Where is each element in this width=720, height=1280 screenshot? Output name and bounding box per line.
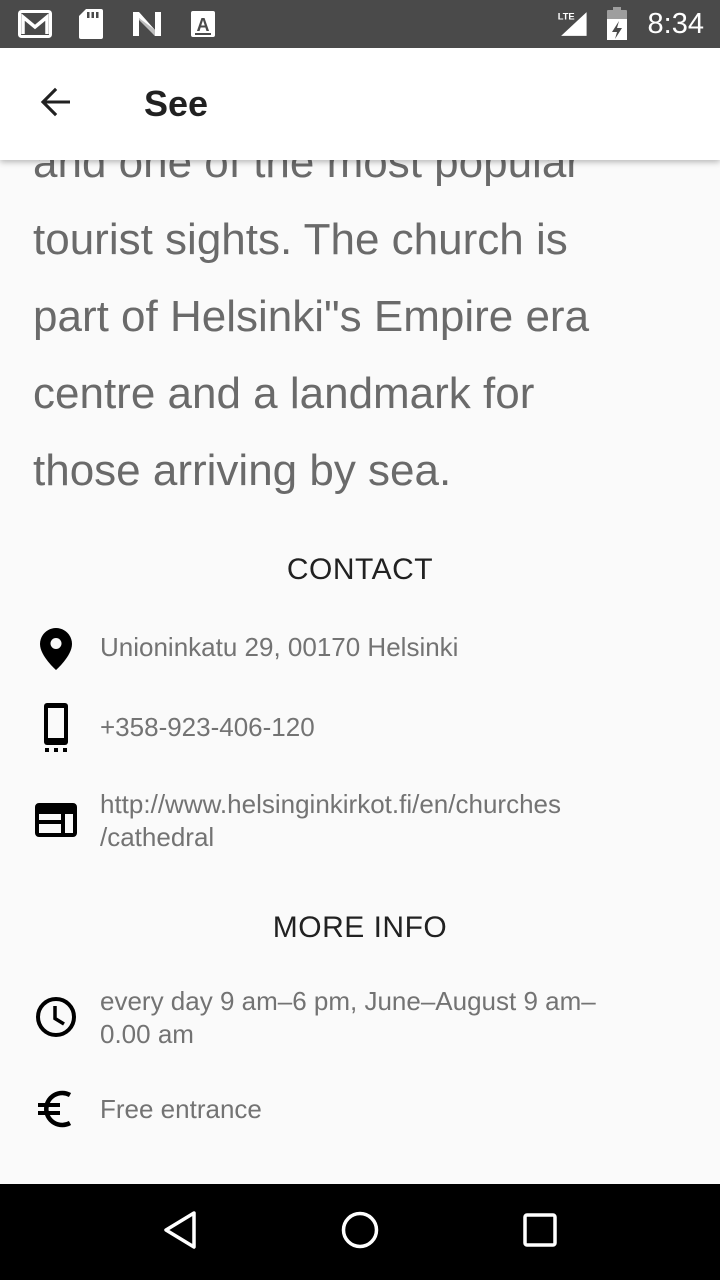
price-text: Free entrance bbox=[100, 1094, 262, 1124]
arrow-back-icon bbox=[38, 84, 74, 125]
contact-phone-row[interactable]: +358-923-406-120 bbox=[0, 702, 720, 754]
description-line: tourist sights. The church is bbox=[33, 215, 568, 264]
gmail-icon bbox=[18, 8, 52, 40]
description-line: those arriving by sea. bbox=[33, 446, 452, 495]
recents-square-icon bbox=[522, 1212, 558, 1253]
home-circle-icon bbox=[340, 1210, 380, 1255]
website-link[interactable]: http://www.helsinginkirkot.fi/en/churche… bbox=[100, 788, 660, 854]
hours-text: every day 9 am–6 pm, June–August 9 am– 0… bbox=[100, 985, 660, 1051]
system-nav-bar bbox=[0, 1184, 720, 1280]
battery-icon bbox=[600, 7, 634, 40]
description-text: and one of the most popular tourist sigh… bbox=[33, 160, 693, 509]
sd-card-icon bbox=[74, 8, 108, 40]
website-line: http://www.helsinginkirkot.fi/en/churche… bbox=[100, 789, 561, 819]
n-logo-icon bbox=[130, 8, 164, 40]
status-left-icons: A bbox=[18, 8, 220, 40]
price-row: Free entrance bbox=[0, 1086, 720, 1132]
lte-signal-icon: LTE bbox=[556, 8, 590, 40]
location-pin-icon bbox=[34, 627, 78, 671]
phone-text: +358-923-406-120 bbox=[100, 712, 315, 742]
app-bar: See bbox=[0, 48, 720, 160]
status-clock: 8:34 bbox=[647, 7, 704, 40]
address-text: Unioninkatu 29, 00170 Helsinki bbox=[100, 632, 459, 662]
website-line: /cathedral bbox=[100, 822, 215, 852]
status-right-icons: LTE 8:34 bbox=[556, 7, 704, 41]
nav-home-button[interactable] bbox=[320, 1192, 400, 1272]
description-line: and one of the most popular bbox=[33, 160, 581, 187]
more-info-heading: MORE INFO bbox=[272, 911, 448, 944]
hours-line: every day 9 am–6 pm, June–August 9 am– bbox=[100, 986, 596, 1016]
back-button[interactable] bbox=[16, 64, 96, 144]
nav-recents-button[interactable] bbox=[500, 1192, 580, 1272]
euro-icon bbox=[34, 1087, 78, 1131]
nav-back-button[interactable] bbox=[140, 1192, 220, 1272]
contact-website-row[interactable]: http://www.helsinginkirkot.fi/en/churche… bbox=[0, 786, 720, 856]
hours-line: 0.00 am bbox=[100, 1019, 194, 1049]
description-line: part of Helsinki"s Empire era bbox=[33, 292, 590, 341]
page-title: See bbox=[144, 83, 209, 124]
clock-icon bbox=[34, 995, 78, 1039]
contact-address-row[interactable]: Unioninkatu 29, 00170 Helsinki bbox=[0, 624, 720, 674]
back-triangle-icon bbox=[162, 1210, 198, 1255]
description-line: centre and a landmark for bbox=[33, 369, 535, 418]
detail-scroll-content[interactable]: and one of the most popular tourist sigh… bbox=[0, 160, 720, 1184]
contact-heading: CONTACT bbox=[286, 553, 434, 586]
a-letter-icon: A bbox=[186, 8, 220, 40]
hours-row: every day 9 am–6 pm, June–August 9 am– 0… bbox=[0, 982, 720, 1052]
lte-label: LTE bbox=[557, 12, 574, 22]
svg-text:A: A bbox=[197, 15, 210, 35]
phone-icon bbox=[34, 702, 78, 754]
status-bar: A LTE 8:34 bbox=[0, 0, 720, 48]
web-page-icon bbox=[34, 798, 78, 842]
